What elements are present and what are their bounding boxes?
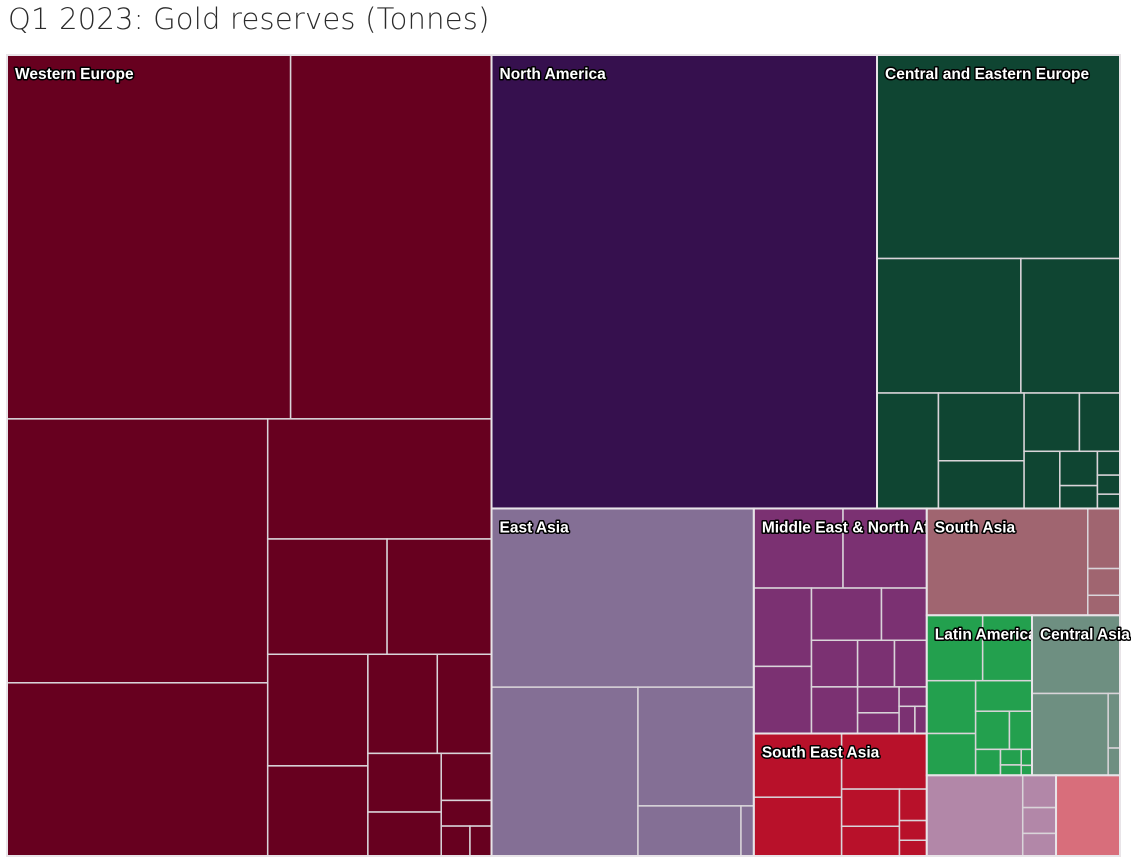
tile-central-and-eastern-europe-5[interactable] [937, 392, 1025, 462]
tile-middle-east-north-africa-9[interactable] [856, 639, 896, 688]
tile-central-and-eastern-europe-8[interactable] [1078, 392, 1121, 453]
tile-central-and-eastern-europe-12[interactable] [1096, 450, 1121, 476]
tile-western-europe-7[interactable] [386, 538, 493, 656]
tile-western-europe-11[interactable] [436, 653, 493, 755]
tile-latin-america-8[interactable] [974, 748, 1002, 777]
tile-south-east-asia-8[interactable] [898, 839, 928, 857]
tile-south-east-asia-5[interactable] [840, 825, 901, 857]
tile-other-2[interactable] [1021, 774, 1057, 809]
tile-central-and-eastern-europe-9[interactable] [1023, 450, 1061, 510]
tile-latin-america-1[interactable] [926, 614, 984, 682]
tile-middle-east-north-africa-5[interactable] [810, 587, 883, 642]
tile-western-europe-15[interactable] [440, 799, 493, 827]
tile-south-asia-4[interactable] [1087, 594, 1121, 617]
tile-latin-america-10[interactable] [999, 764, 1022, 777]
tile-western-europe-14[interactable] [440, 752, 493, 802]
tile-central-and-eastern-europe-6[interactable] [937, 460, 1025, 510]
tile-western-europe-6[interactable] [266, 538, 388, 656]
tile-central-and-eastern-europe-10[interactable] [1059, 450, 1099, 487]
tile-western-europe-5[interactable] [266, 418, 493, 540]
tile-east-asia-5[interactable] [740, 805, 755, 857]
tile-north-america-1[interactable] [490, 54, 878, 510]
tile-central-and-eastern-europe-14[interactable] [1096, 493, 1121, 510]
tile-south-east-asia-4[interactable] [840, 788, 901, 828]
tile-latin-america-2[interactable] [981, 614, 1033, 682]
tile-east-asia-2[interactable] [490, 686, 639, 857]
tile-western-europe-2[interactable] [289, 54, 493, 420]
tile-east-asia-4[interactable] [637, 805, 742, 857]
tile-latin-america-5[interactable] [974, 679, 1033, 712]
tile-latin-america-12[interactable] [1020, 764, 1033, 777]
tile-western-europe-9[interactable] [266, 765, 369, 857]
tile-south-asia-3[interactable] [1087, 567, 1121, 597]
group-label-south-east-asia: South East Asia [762, 745, 880, 762]
group-label-western-europe: Western Europe [15, 66, 134, 83]
tile-latin-america-11[interactable] [1020, 748, 1033, 767]
tile-central-and-eastern-europe-13[interactable] [1096, 474, 1121, 495]
group-central-asia[interactable]: Central Asia [1030, 614, 1131, 777]
group-label-central-asia: Central Asia [1040, 626, 1130, 643]
group-central-and-eastern-europe[interactable]: Central and Eastern Europe [876, 54, 1122, 510]
tile-central-and-eastern-europe-2[interactable] [876, 257, 1022, 394]
tile-other-2-1[interactable] [1055, 774, 1121, 857]
tile-south-asia-2[interactable] [1087, 507, 1121, 570]
tile-middle-east-north-africa-12[interactable] [856, 712, 900, 735]
tile-western-europe-4[interactable] [6, 682, 269, 857]
group-label-south-asia: South Asia [935, 519, 1016, 536]
tile-middle-east-north-africa-10[interactable] [893, 639, 928, 688]
tile-south-east-asia-2[interactable] [753, 796, 843, 857]
treemap-chart: Western Europe North America Central and E… [6, 54, 1131, 858]
group-south-asia[interactable]: South Asia [925, 507, 1121, 617]
tile-south-east-asia-1[interactable] [753, 732, 843, 798]
tile-western-europe-1[interactable] [6, 54, 292, 420]
tile-western-europe-10[interactable] [367, 653, 439, 755]
tile-western-europe-13[interactable] [367, 811, 442, 857]
tile-central-asia-3[interactable] [1107, 692, 1121, 749]
tile-central-and-eastern-europe-3[interactable] [1020, 257, 1121, 394]
group-other[interactable] [925, 774, 1058, 857]
tile-western-europe-8[interactable] [266, 653, 369, 767]
group-south-east-asia[interactable]: South East Asia [752, 732, 928, 858]
group-east-asia[interactable]: East Asia [490, 507, 755, 857]
tile-central-asia-4[interactable] [1107, 747, 1121, 777]
group-label-east-asia: East Asia [500, 519, 570, 536]
tile-middle-east-north-africa-7[interactable] [810, 639, 859, 688]
tile-central-and-eastern-europe-11[interactable] [1059, 484, 1099, 510]
tile-latin-america-7[interactable] [1008, 710, 1033, 751]
tile-latin-america-3[interactable] [926, 679, 977, 735]
group-western-europe[interactable]: Western Europe [6, 54, 493, 857]
tile-western-europe-12[interactable] [367, 752, 442, 813]
group-label-north-america: North America [500, 66, 607, 83]
tile-east-asia-3[interactable] [637, 686, 755, 807]
tile-central-and-eastern-europe-4[interactable] [876, 392, 940, 510]
tile-south-east-asia-6[interactable] [898, 788, 928, 822]
tile-middle-east-north-africa-14[interactable] [898, 705, 916, 735]
tile-middle-east-north-africa-11[interactable] [856, 686, 900, 714]
tile-latin-america-6[interactable] [974, 710, 1011, 751]
tile-central-and-eastern-europe-7[interactable] [1023, 392, 1081, 453]
tile-other-4[interactable] [1021, 832, 1057, 857]
tile-other-1[interactable] [926, 774, 1024, 857]
tile-latin-america-4[interactable] [926, 732, 977, 777]
tile-western-europe-16[interactable] [440, 825, 471, 857]
tile-middle-east-north-africa-15[interactable] [914, 705, 928, 735]
tile-middle-east-north-africa-8[interactable] [810, 686, 859, 735]
tile-middle-east-north-africa-4[interactable] [753, 665, 813, 735]
tile-latin-america-9[interactable] [999, 748, 1022, 766]
tile-western-europe-17[interactable] [469, 825, 493, 857]
tile-middle-east-north-africa-6[interactable] [880, 587, 928, 642]
tile-other-3[interactable] [1021, 806, 1057, 835]
tile-western-europe-3[interactable] [6, 418, 269, 684]
tile-south-east-asia-7[interactable] [898, 819, 928, 842]
group-label-central-and-eastern-europe: Central and Eastern Europe [885, 66, 1090, 83]
group-north-america[interactable]: North America [490, 54, 879, 510]
group-other-2[interactable] [1055, 774, 1121, 857]
tile-central-and-eastern-europe-1[interactable] [876, 54, 1121, 260]
tile-central-asia-2[interactable] [1031, 692, 1109, 777]
tile-middle-east-north-africa-13[interactable] [898, 686, 928, 708]
tile-middle-east-north-africa-3[interactable] [753, 587, 813, 668]
